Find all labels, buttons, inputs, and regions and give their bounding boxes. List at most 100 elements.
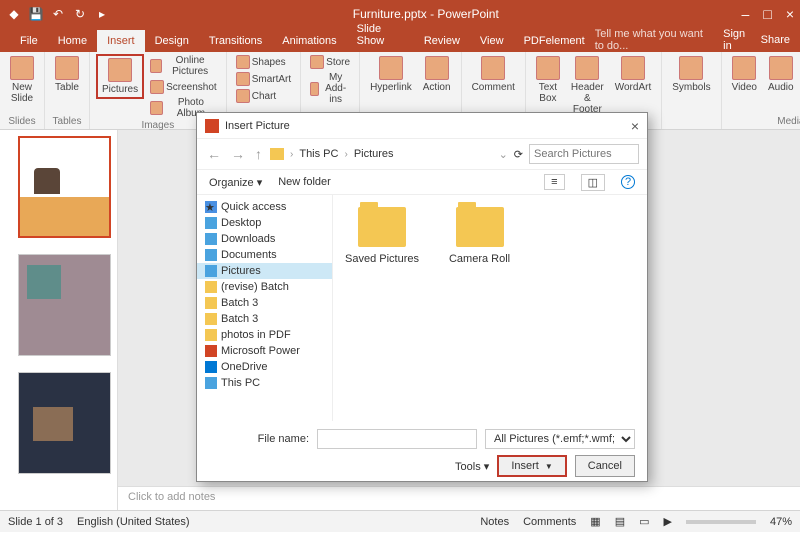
view-slideshow-icon[interactable]: ▶ bbox=[664, 515, 672, 528]
tools-dropdown[interactable]: Tools ▾ bbox=[455, 460, 489, 473]
redo-icon[interactable]: ↻ bbox=[72, 6, 88, 22]
nav-forward-button[interactable]: → bbox=[229, 146, 247, 162]
quick-access-toolbar: ◆ 💾 ↶ ↻ ▸ bbox=[6, 6, 110, 22]
breadcrumb-folder[interactable]: Pictures bbox=[354, 148, 394, 160]
action-button[interactable]: Action bbox=[419, 54, 455, 95]
tree-photos[interactable]: photos in PDF bbox=[197, 327, 332, 343]
chevron-down-icon[interactable]: ⌄ bbox=[499, 148, 508, 161]
tree-revise[interactable]: (revise) Batch bbox=[197, 279, 332, 295]
minimize-button[interactable]: – bbox=[742, 6, 750, 22]
tab-transitions[interactable]: Transitions bbox=[199, 30, 272, 52]
undo-icon[interactable]: ↶ bbox=[50, 6, 66, 22]
comments-toggle[interactable]: Comments bbox=[523, 516, 576, 528]
help-button[interactable]: ? bbox=[621, 175, 635, 189]
slide-thumbnail-3[interactable] bbox=[18, 372, 111, 474]
view-options-button[interactable]: ≡ bbox=[544, 174, 564, 190]
video-button[interactable]: Video bbox=[728, 54, 761, 95]
search-input[interactable] bbox=[529, 144, 639, 164]
tree-batch3b[interactable]: Batch 3 bbox=[197, 311, 332, 327]
tab-view[interactable]: View bbox=[470, 30, 514, 52]
dialog-titlebar[interactable]: Insert Picture × bbox=[197, 113, 647, 139]
textbox-button[interactable]: Text Box bbox=[532, 54, 564, 106]
table-button[interactable]: Table bbox=[51, 54, 83, 95]
smartart-button[interactable]: SmartArt bbox=[233, 71, 294, 87]
signin[interactable]: Sign in bbox=[723, 28, 751, 52]
tab-review[interactable]: Review bbox=[414, 30, 470, 52]
tab-animations[interactable]: Animations bbox=[272, 30, 346, 52]
breadcrumb-thispc[interactable]: This PC bbox=[299, 148, 338, 160]
header-footer-button[interactable]: Header & Footer bbox=[567, 54, 608, 117]
tree-downloads[interactable]: Downloads bbox=[197, 231, 332, 247]
tree-desktop[interactable]: Desktop bbox=[197, 215, 332, 231]
my-addins-button[interactable]: My Add-ins bbox=[307, 71, 353, 106]
tree-documents[interactable]: Documents bbox=[197, 247, 332, 263]
view-normal-icon[interactable]: ▦ bbox=[590, 515, 600, 528]
tab-file[interactable]: File bbox=[10, 30, 48, 52]
tab-pdfelement[interactable]: PDFelement bbox=[514, 30, 595, 52]
refresh-button[interactable]: ⟳ bbox=[514, 148, 523, 161]
window-controls: – □ × bbox=[742, 6, 794, 22]
shapes-button[interactable]: Shapes bbox=[233, 54, 294, 70]
close-button[interactable]: × bbox=[786, 6, 794, 22]
powerpoint-icon bbox=[205, 119, 219, 133]
zoom-value[interactable]: 47% bbox=[770, 516, 792, 528]
dialog-footer: File name: All Pictures (*.emf;*.wmf;*.j… bbox=[197, 421, 647, 485]
insert-picture-dialog: Insert Picture × ← → ↑ › This PC › Pictu… bbox=[196, 112, 648, 482]
tellme[interactable]: Tell me what you want to do... bbox=[595, 28, 713, 52]
view-sorter-icon[interactable]: ▤ bbox=[615, 515, 625, 528]
tab-slideshow[interactable]: Slide Show bbox=[347, 18, 414, 52]
start-icon[interactable]: ▸ bbox=[94, 6, 110, 22]
preview-pane-button[interactable]: ◫ bbox=[581, 174, 605, 191]
screenshot-button[interactable]: Screenshot bbox=[147, 79, 220, 95]
dialog-close-button[interactable]: × bbox=[631, 118, 639, 134]
folder-saved-pictures[interactable]: Saved Pictures bbox=[345, 207, 419, 265]
folder-icon bbox=[270, 148, 284, 160]
language-status[interactable]: English (United States) bbox=[77, 516, 190, 528]
filename-label: File name: bbox=[258, 433, 309, 445]
zoom-slider[interactable] bbox=[686, 520, 756, 524]
file-list[interactable]: Saved Pictures Camera Roll bbox=[333, 195, 647, 421]
tree-onedrive[interactable]: OneDrive bbox=[197, 359, 332, 375]
notes-pane[interactable]: Click to add notes bbox=[118, 486, 800, 510]
new-slide-button[interactable]: New Slide bbox=[6, 54, 38, 106]
slide-counter: Slide 1 of 3 bbox=[8, 516, 63, 528]
filename-input[interactable] bbox=[317, 429, 477, 449]
store-button[interactable]: Store bbox=[307, 54, 353, 70]
chart-button[interactable]: Chart bbox=[233, 88, 294, 104]
cancel-button[interactable]: Cancel bbox=[575, 455, 635, 477]
file-type-filter[interactable]: All Pictures (*.emf;*.wmf;*.jpg;* bbox=[485, 429, 635, 449]
view-reading-icon[interactable]: ▭ bbox=[639, 515, 649, 528]
dialog-title: Insert Picture bbox=[225, 120, 290, 132]
organize-button[interactable]: Organize ▾ bbox=[209, 176, 262, 189]
insert-button[interactable]: Insert bbox=[497, 455, 566, 477]
folder-camera-roll[interactable]: Camera Roll bbox=[449, 207, 510, 265]
save-icon[interactable]: 💾 bbox=[28, 6, 44, 22]
slide-thumbnail-1[interactable] bbox=[18, 136, 111, 238]
audio-button[interactable]: Audio bbox=[764, 54, 798, 95]
notes-toggle[interactable]: Notes bbox=[480, 516, 509, 528]
tree-quick-access[interactable]: ★Quick access bbox=[197, 199, 332, 215]
dialog-body: ★Quick access Desktop Downloads Document… bbox=[197, 195, 647, 421]
maximize-button[interactable]: □ bbox=[763, 6, 771, 22]
new-folder-button[interactable]: New folder bbox=[278, 176, 331, 188]
slide-thumbnail-2[interactable] bbox=[18, 254, 111, 356]
wordart-button[interactable]: WordArt bbox=[611, 54, 656, 95]
slide-panel[interactable]: 1 2 3 bbox=[0, 130, 118, 510]
tree-mspp[interactable]: Microsoft Power bbox=[197, 343, 332, 359]
nav-up-button[interactable]: ↑ bbox=[253, 146, 264, 162]
comment-button[interactable]: Comment bbox=[468, 54, 519, 95]
tree-batch3a[interactable]: Batch 3 bbox=[197, 295, 332, 311]
tree-thispc[interactable]: This PC bbox=[197, 375, 332, 391]
tab-insert[interactable]: Insert bbox=[97, 30, 145, 52]
hyperlink-button[interactable]: Hyperlink bbox=[366, 54, 416, 95]
tree-pictures[interactable]: Pictures bbox=[197, 263, 332, 279]
share[interactable]: Share bbox=[761, 34, 790, 46]
tab-design[interactable]: Design bbox=[145, 30, 199, 52]
folder-icon bbox=[358, 207, 406, 247]
symbols-button[interactable]: Symbols bbox=[668, 54, 714, 95]
online-pictures-button[interactable]: Online Pictures bbox=[147, 54, 220, 78]
pictures-button[interactable]: Pictures bbox=[96, 54, 144, 99]
nav-back-button[interactable]: ← bbox=[205, 146, 223, 162]
folder-tree[interactable]: ★Quick access Desktop Downloads Document… bbox=[197, 195, 333, 421]
tab-home[interactable]: Home bbox=[48, 30, 97, 52]
